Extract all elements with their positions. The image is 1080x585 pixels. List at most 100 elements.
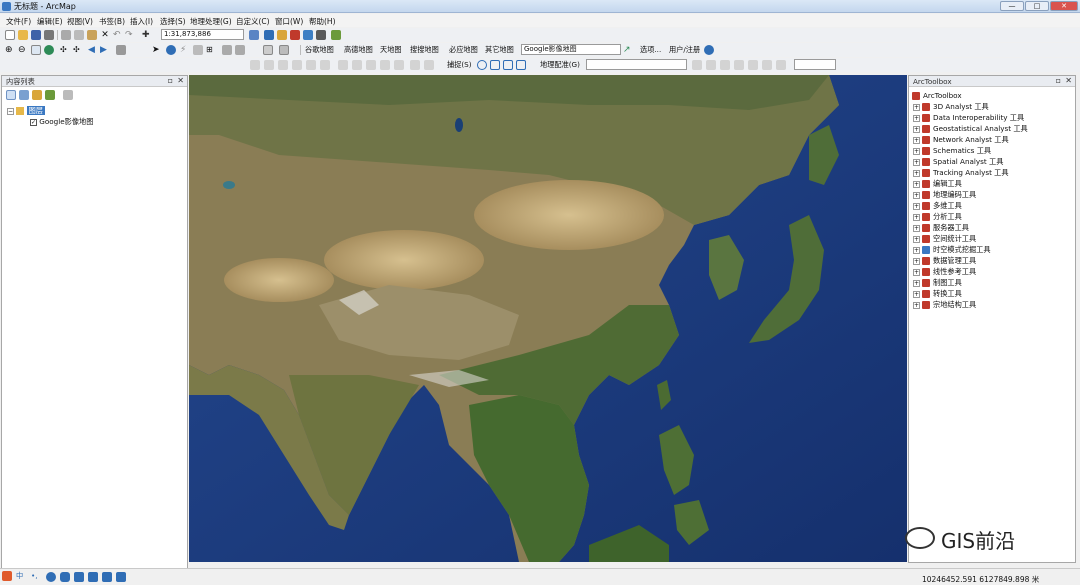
expand-icon[interactable]: + bbox=[913, 301, 920, 309]
toolbox-item[interactable]: + Tracking Analyst 工具 bbox=[913, 168, 1009, 179]
menu-geoprocessing[interactable]: 地理处理(G) bbox=[190, 16, 232, 27]
layers-group-label[interactable]: 图层 bbox=[26, 106, 45, 115]
layer-visibility-checkbox[interactable]: ✓ bbox=[30, 118, 37, 126]
pan-icon[interactable] bbox=[31, 45, 41, 55]
select-features-icon[interactable] bbox=[116, 45, 126, 55]
collapse-icon[interactable]: − bbox=[7, 107, 14, 115]
georef-layer-select[interactable] bbox=[586, 59, 687, 70]
menu-help[interactable]: 帮助(H) bbox=[309, 16, 336, 27]
add-data-icon[interactable]: ✚ bbox=[142, 30, 152, 40]
current-basemap-select[interactable]: Google影像地图 bbox=[521, 44, 621, 55]
menu-windows[interactable]: 窗口(W) bbox=[275, 16, 303, 27]
toolbox-item[interactable]: + 数据管理工具 bbox=[913, 256, 976, 267]
search-window-icon[interactable] bbox=[316, 30, 326, 40]
catalog-icon[interactable] bbox=[277, 30, 287, 40]
delete-icon[interactable]: ✕ bbox=[100, 30, 110, 40]
expand-icon[interactable]: + bbox=[913, 136, 920, 144]
toolbox-item[interactable]: + 宗地结构工具 bbox=[913, 300, 976, 311]
ime-keyboard-icon[interactable] bbox=[74, 572, 84, 582]
georef-value-input[interactable] bbox=[794, 59, 836, 70]
expand-icon[interactable]: + bbox=[913, 147, 920, 155]
expand-icon[interactable]: + bbox=[913, 235, 920, 243]
toolbox-item[interactable]: + Spatial Analyst 工具 bbox=[913, 157, 1003, 168]
register-button[interactable]: 用户/注册 bbox=[669, 45, 700, 55]
basemap-bing-button[interactable]: 必应地图 bbox=[449, 45, 478, 55]
autohide-icon[interactable]: ▫ bbox=[1056, 76, 1061, 85]
expand-icon[interactable]: + bbox=[913, 224, 920, 232]
expand-icon[interactable]: + bbox=[913, 125, 920, 133]
refresh-map-icon[interactable]: ↗ bbox=[623, 45, 633, 55]
menu-view[interactable]: 视图(V) bbox=[67, 16, 93, 27]
back-extent-icon[interactable]: ◀ bbox=[88, 45, 98, 55]
info-icon[interactable] bbox=[704, 45, 714, 55]
basemap-google-button[interactable]: 谷歌地图 bbox=[305, 45, 334, 55]
identify-icon[interactable] bbox=[166, 45, 176, 55]
redo-icon[interactable]: ↷ bbox=[125, 30, 135, 40]
toolbox-item[interactable]: + Data Interoperability 工具 bbox=[913, 113, 1024, 124]
layers-group-row[interactable]: − 图层 bbox=[7, 106, 45, 117]
basemap-tianditu-button[interactable]: 天地图 bbox=[380, 45, 402, 55]
layer-toolbar-icon[interactable] bbox=[279, 45, 289, 55]
list-by-selection-icon[interactable] bbox=[45, 90, 55, 100]
print-icon[interactable] bbox=[44, 30, 54, 40]
layer-row[interactable]: ✓ Google影像地图 bbox=[30, 117, 93, 128]
cut-icon[interactable] bbox=[61, 30, 71, 40]
basemap-soso-button[interactable]: 搜搜地图 bbox=[410, 45, 439, 55]
toolbox-item[interactable]: + 线性参考工具 bbox=[913, 267, 976, 278]
hyperlink-icon[interactable]: ⚡ bbox=[180, 45, 190, 55]
expand-icon[interactable]: + bbox=[913, 103, 920, 111]
toc-options-icon[interactable] bbox=[63, 90, 73, 100]
list-by-drawing-order-icon[interactable] bbox=[6, 90, 16, 100]
minimize-button[interactable]: — bbox=[1000, 1, 1024, 11]
ime-voice-icon[interactable] bbox=[60, 572, 70, 582]
map-view[interactable] bbox=[189, 75, 907, 562]
ime-emoji-icon[interactable] bbox=[46, 572, 56, 582]
toolbox-item[interactable]: + 转换工具 bbox=[913, 289, 962, 300]
ime-user-icon[interactable] bbox=[88, 572, 98, 582]
menu-selection[interactable]: 选择(S) bbox=[160, 16, 186, 27]
open-folder-icon[interactable] bbox=[18, 30, 28, 40]
editor-toolbar-icon[interactable] bbox=[249, 30, 259, 40]
georeferencing-menu[interactable]: 地理配准(G) bbox=[540, 60, 580, 70]
close-window-button[interactable]: ✕ bbox=[1050, 1, 1078, 11]
toolbox-item[interactable]: + 空间统计工具 bbox=[913, 234, 976, 245]
ime-punctuation-icon[interactable]: •, bbox=[31, 571, 38, 580]
menu-file[interactable]: 文件(F) bbox=[6, 16, 31, 27]
menu-edit[interactable]: 编辑(E) bbox=[37, 16, 63, 27]
expand-icon[interactable]: + bbox=[913, 180, 920, 188]
save-icon[interactable] bbox=[31, 30, 41, 40]
menu-customize[interactable]: 自定义(C) bbox=[236, 16, 270, 27]
maximize-button[interactable]: □ bbox=[1025, 1, 1049, 11]
basemap-other-button[interactable]: 其它地图 bbox=[485, 45, 514, 55]
toolbox-item[interactable]: + 多维工具 bbox=[913, 201, 962, 212]
expand-icon[interactable]: + bbox=[913, 169, 920, 177]
time-slider-icon[interactable] bbox=[263, 45, 273, 55]
python-window-icon[interactable] bbox=[303, 30, 313, 40]
expand-icon[interactable]: + bbox=[913, 158, 920, 166]
toolbox-item[interactable]: + 编辑工具 bbox=[913, 179, 962, 190]
expand-icon[interactable]: + bbox=[913, 202, 920, 210]
edge-snap-icon[interactable] bbox=[516, 60, 526, 70]
ime-tools-icon[interactable] bbox=[116, 572, 126, 582]
toolbox-item[interactable]: + 地理编码工具 bbox=[913, 190, 976, 201]
copy-icon[interactable] bbox=[74, 30, 84, 40]
fixed-zoom-out-icon[interactable]: ✣ bbox=[73, 45, 83, 55]
toolbox-item[interactable]: + 制图工具 bbox=[913, 278, 962, 289]
forward-extent-icon[interactable]: ▶ bbox=[100, 45, 110, 55]
snapping-menu[interactable]: 捕捉(S) bbox=[447, 60, 472, 70]
toolbox-item[interactable]: + Geostatistical Analyst 工具 bbox=[913, 124, 1028, 135]
menu-insert[interactable]: 插入(I) bbox=[130, 16, 153, 27]
toolbox-item[interactable]: +3D Analyst 工具 bbox=[913, 102, 989, 113]
layer-name[interactable]: Google影像地图 bbox=[39, 117, 93, 126]
arctoolbox-icon[interactable] bbox=[290, 30, 300, 40]
close-icon[interactable]: ✕ bbox=[1065, 76, 1072, 85]
expand-icon[interactable]: + bbox=[913, 191, 920, 199]
toolbox-item[interactable]: + 服务器工具 bbox=[913, 223, 969, 234]
toolbox-item[interactable]: + Schematics 工具 bbox=[913, 146, 991, 157]
menu-bookmarks[interactable]: 书签(B) bbox=[99, 16, 125, 27]
toolbox-item[interactable]: + 时空模式挖掘工具 bbox=[913, 245, 991, 256]
expand-icon[interactable]: + bbox=[913, 268, 920, 276]
end-snap-icon[interactable] bbox=[490, 60, 500, 70]
undo-icon[interactable]: ↶ bbox=[113, 30, 123, 40]
table-of-contents-icon[interactable] bbox=[264, 30, 274, 40]
